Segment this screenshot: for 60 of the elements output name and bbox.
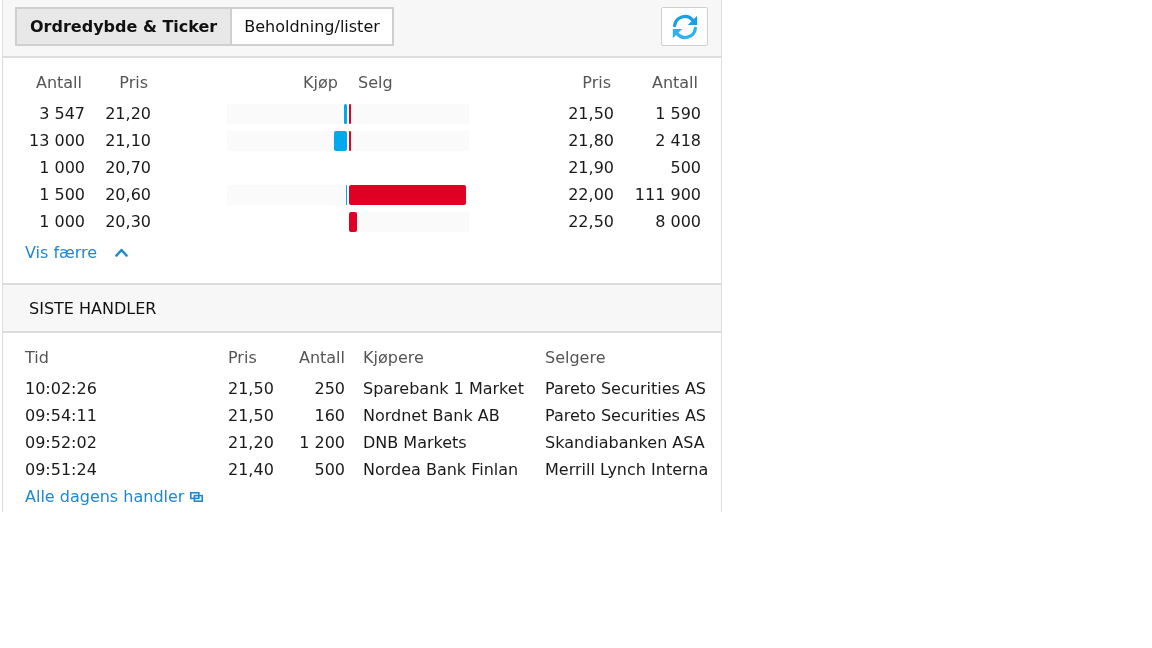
- table-cell: 09:51:24: [25, 460, 97, 479]
- table-cell: 21,50: [568, 104, 614, 123]
- refresh-button[interactable]: [661, 7, 708, 46]
- table-cell: Nordea Bank Finlan: [363, 460, 519, 479]
- chevron-up-icon: [115, 248, 129, 257]
- table-cell: 21,10: [105, 131, 151, 150]
- table-cell: Nordnet Bank AB: [363, 406, 500, 425]
- table-cell: 111 900: [634, 185, 701, 204]
- table-cell: 1 000: [39, 158, 85, 177]
- column-header: Antall: [298, 348, 345, 367]
- table-cell: 22,50: [568, 212, 614, 231]
- table-cell: 1 590: [655, 104, 701, 123]
- table-cell: 22,00: [568, 185, 614, 204]
- table-cell: 21,20: [105, 104, 151, 123]
- column-header: Pris: [582, 73, 611, 92]
- table-cell: 20,70: [105, 158, 151, 177]
- table-cell: 21,50: [228, 406, 274, 425]
- table-cell: 8 000: [655, 212, 701, 231]
- column-header: Selg: [358, 73, 393, 92]
- table-cell: 1 000: [39, 212, 85, 231]
- table-cell: 09:54:11: [25, 406, 97, 425]
- table-cell: 2 418: [655, 131, 701, 150]
- table-cell: 13 000: [29, 131, 85, 150]
- table-cell: 20,30: [105, 212, 151, 231]
- refresh-icon: [671, 13, 698, 40]
- tab[interactable]: Beholdning/lister: [230, 9, 392, 44]
- column-header: Tid: [25, 348, 49, 367]
- table-cell: Sparebank 1 Market: [363, 379, 524, 398]
- table-cell: 1 500: [39, 185, 85, 204]
- tab[interactable]: Ordredybde & Ticker: [17, 9, 231, 44]
- table-cell: 10:02:26: [25, 379, 97, 398]
- popup-window-icon: [190, 491, 204, 502]
- table-cell: 3 547: [39, 104, 85, 123]
- column-header: Selgere: [545, 348, 606, 367]
- column-header: Antall: [35, 73, 82, 92]
- table-cell: 1 200: [299, 433, 345, 452]
- section-title: SISTE HANDLER: [29, 298, 157, 318]
- table-cell: DNB Markets: [363, 433, 467, 452]
- table-cell: 21,20: [228, 433, 274, 452]
- column-header: Kjøp: [303, 73, 338, 92]
- table-cell: 21,40: [228, 460, 274, 479]
- show-less-link[interactable]: Vis færre: [25, 243, 129, 262]
- table-cell: Pareto Securities AS: [545, 406, 706, 425]
- table-cell: Pareto Securities AS: [545, 379, 706, 398]
- table-cell: 09:52:02: [25, 433, 97, 452]
- table-cell: 20,60: [105, 185, 151, 204]
- table-cell: 500: [314, 460, 345, 479]
- table-cell: 21,90: [568, 158, 614, 177]
- column-header: Antall: [651, 73, 698, 92]
- table-cell: 21,50: [228, 379, 274, 398]
- table-cell: 160: [314, 406, 345, 425]
- column-header: Pris: [228, 348, 257, 367]
- table-cell: Merrill Lynch Interna: [545, 460, 709, 479]
- column-header: Pris: [119, 73, 148, 92]
- column-header: Kjøpere: [363, 348, 424, 367]
- table-cell: 21,80: [568, 131, 614, 150]
- table-cell: 500: [670, 158, 701, 177]
- table-cell: Skandiabanken ASA: [545, 433, 705, 452]
- all-trades-link[interactable]: Alle dagens handler: [25, 487, 204, 506]
- table-cell: 250: [314, 379, 345, 398]
